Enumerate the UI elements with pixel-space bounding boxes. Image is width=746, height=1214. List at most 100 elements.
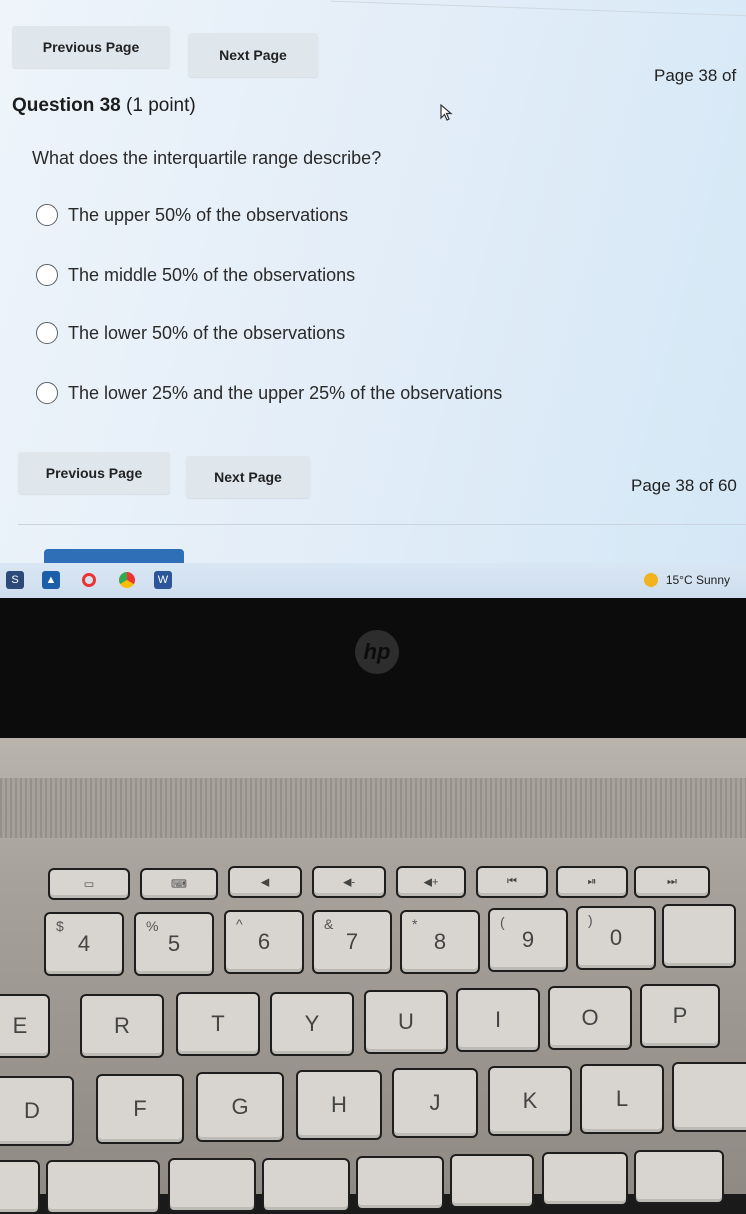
question-text: What does the interquartile range descri… (32, 148, 382, 168)
key-label: 9 (521, 927, 535, 952)
hp-logo: hp (355, 630, 399, 674)
key-label: G (231, 1094, 249, 1119)
key-j[interactable]: J (392, 1068, 478, 1138)
weather-widget[interactable]: 15°C Sunny (643, 573, 730, 587)
key-f10[interactable]: ⏯ (556, 866, 628, 898)
volume-up-icon: ◀+ (423, 876, 439, 889)
key-minus[interactable] (662, 904, 736, 968)
key-f11[interactable]: ⏭ (634, 866, 710, 898)
key-i[interactable]: I (456, 988, 540, 1052)
next-track-icon: ⏭ (667, 875, 677, 888)
chrome-icon[interactable] (118, 571, 136, 589)
answer-option-label: The lower 25% and the upper 25% of the o… (68, 382, 503, 403)
active-window-tab[interactable] (44, 549, 184, 563)
key-shift-symbol: ^ (236, 916, 243, 932)
volume-down-icon: ◀- (342, 876, 356, 889)
key-u[interactable]: U (364, 990, 448, 1054)
radio-button[interactable] (36, 382, 58, 404)
key-p[interactable]: P (640, 984, 720, 1048)
key-f9[interactable]: ⏮ (476, 866, 548, 898)
question-points: (1 point) (126, 95, 196, 116)
key-g[interactable]: G (196, 1072, 284, 1142)
key-o[interactable]: O (548, 986, 632, 1050)
previous-page-button-bottom[interactable]: Previous Page (18, 452, 170, 494)
key-label: 7 (345, 929, 359, 954)
key-y[interactable]: Y (270, 992, 354, 1056)
key-f6[interactable]: ◀ (228, 866, 302, 898)
key-label: 4 (77, 931, 91, 956)
key-partial[interactable] (542, 1152, 628, 1206)
key-0[interactable]: ) 0 (576, 906, 656, 970)
key-f4[interactable]: ▭ (48, 868, 130, 900)
key-h[interactable]: H (296, 1070, 382, 1140)
question-number: Question 38 (12, 95, 121, 116)
app-s-icon[interactable]: S (6, 571, 24, 589)
key-l[interactable]: L (580, 1064, 664, 1134)
previous-track-icon: ⏮ (507, 875, 517, 888)
key-label: J (429, 1090, 441, 1115)
key-f8[interactable]: ◀+ (396, 866, 466, 898)
key-label: R (114, 1013, 130, 1038)
radio-button[interactable] (36, 264, 58, 286)
key-5[interactable]: % 5 (134, 912, 214, 976)
key-shift-symbol: * (412, 916, 418, 932)
key-label: L (615, 1086, 629, 1111)
play-pause-icon: ⏯ (587, 875, 597, 888)
key-partial[interactable] (262, 1158, 350, 1212)
key-shift-symbol: % (146, 918, 159, 934)
key-r[interactable]: R (80, 994, 164, 1058)
key-label: T (211, 1011, 225, 1036)
key-partial[interactable] (356, 1156, 444, 1210)
answer-option[interactable]: The middle 50% of the observations (36, 264, 355, 286)
weather-text: 15°C Sunny (665, 573, 730, 587)
key-label: 6 (257, 929, 271, 954)
key-7[interactable]: & 7 (312, 910, 392, 974)
window-icon: ▭ (83, 878, 95, 891)
word-icon[interactable]: W (154, 571, 172, 589)
key-partial[interactable] (168, 1158, 256, 1212)
key-k[interactable]: K (488, 1066, 572, 1136)
key-label: P (672, 1003, 688, 1028)
key-label: 5 (167, 931, 181, 956)
key-label: E (12, 1013, 28, 1038)
key-partial[interactable] (46, 1160, 160, 1214)
key-label: I (494, 1007, 502, 1032)
answer-option-label: The middle 50% of the observations (68, 264, 356, 285)
key-label: U (398, 1009, 414, 1034)
key-label: F (133, 1096, 147, 1121)
key-9[interactable]: ( 9 (488, 908, 568, 972)
previous-page-button-top[interactable]: Previous Page (12, 26, 170, 68)
next-page-button-bottom[interactable]: Next Page (186, 456, 310, 498)
key-f7[interactable]: ◀- (312, 866, 386, 898)
radio-button[interactable] (36, 322, 58, 344)
key-partial[interactable] (450, 1154, 534, 1208)
key-4[interactable]: $ 4 (44, 912, 124, 976)
key-label: 0 (609, 925, 623, 950)
next-page-button-top[interactable]: Next Page (188, 33, 318, 77)
key-shift-symbol: ( (500, 914, 505, 930)
keyboard-light-icon: ⌨ (171, 878, 187, 891)
answer-option-label: The lower 50% of the observations (68, 322, 346, 343)
key-f5[interactable]: ⌨ (140, 868, 218, 900)
speaker-grille (0, 778, 746, 838)
answer-option[interactable]: The lower 50% of the observations (36, 322, 345, 344)
key-f[interactable]: F (96, 1074, 184, 1144)
key-semicolon[interactable] (672, 1062, 746, 1132)
key-d[interactable]: D (0, 1076, 74, 1146)
key-e[interactable]: E (0, 994, 50, 1058)
store-icon[interactable]: ▲ (42, 571, 60, 589)
opera-icon[interactable] (80, 571, 98, 589)
key-8[interactable]: * 8 (400, 910, 480, 974)
key-partial[interactable] (0, 1160, 40, 1214)
page-indicator-bottom: Page 38 of 60 (631, 476, 737, 495)
key-t[interactable]: T (176, 992, 260, 1056)
answer-option[interactable]: The upper 50% of the observations (36, 204, 348, 226)
radio-button[interactable] (36, 204, 58, 226)
page-indicator-top: Page 38 of (654, 66, 737, 85)
key-label: O (581, 1005, 599, 1030)
key-6[interactable]: ^ 6 (224, 910, 304, 974)
answer-option[interactable]: The lower 25% and the upper 25% of the o… (36, 382, 502, 404)
key-shift-symbol: & (324, 916, 334, 932)
key-partial[interactable] (634, 1150, 724, 1204)
key-label: 8 (433, 929, 447, 954)
